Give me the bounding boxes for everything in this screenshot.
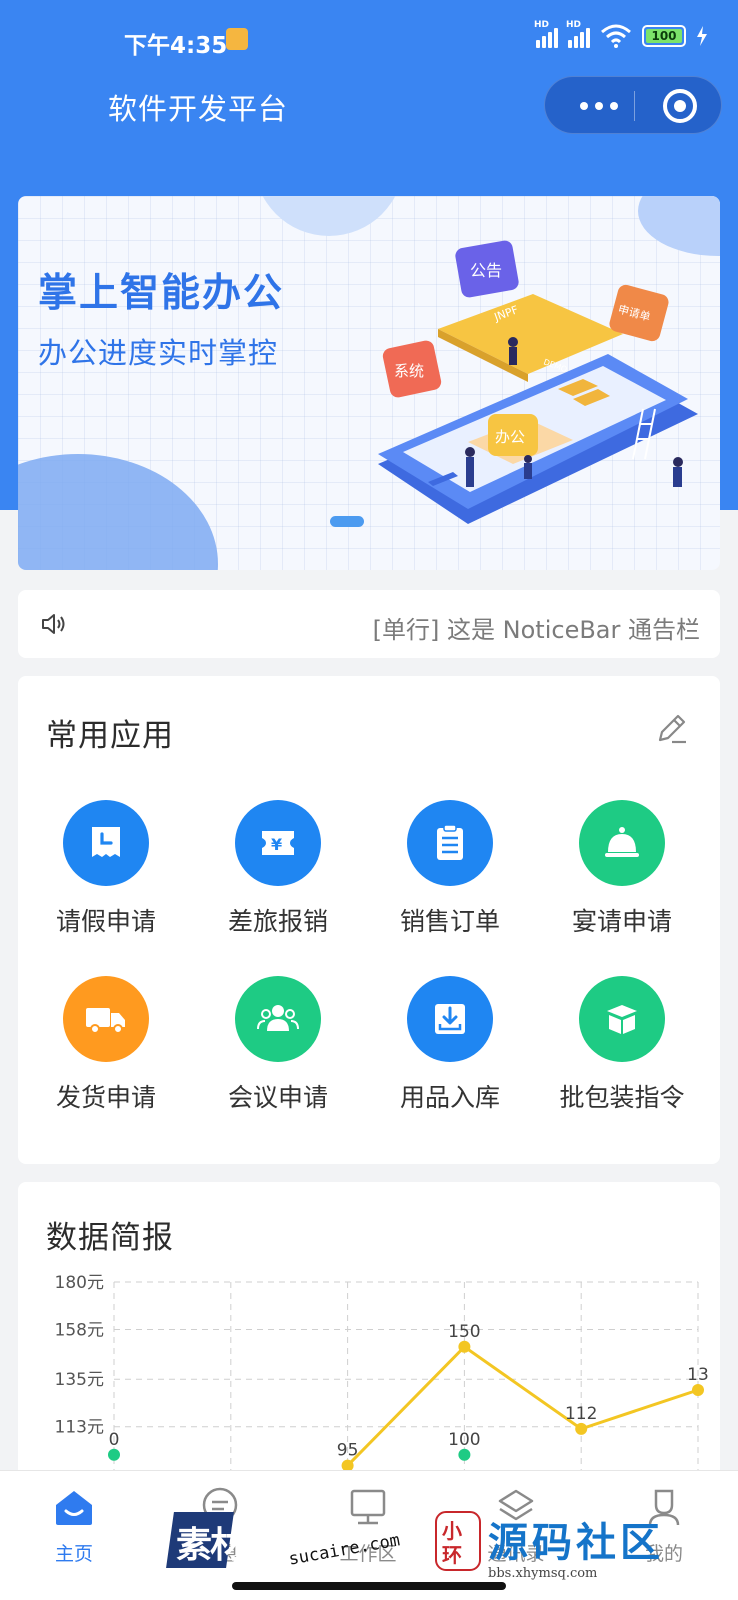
app-shipping-request[interactable]: 发货申请 — [18, 976, 194, 1136]
tag-system: 系统 — [394, 362, 424, 380]
data-label: 112 — [565, 1404, 597, 1424]
home-indicator — [232, 1582, 506, 1590]
data-label: 0 — [109, 1430, 120, 1450]
mini-program-capsule — [544, 76, 722, 134]
dining-icon — [579, 800, 665, 886]
signal-icon-2: HD — [566, 20, 590, 48]
truck-icon — [63, 976, 149, 1062]
app-label: 发货申请 — [55, 1083, 156, 1112]
tab-label: 主页 — [54, 1543, 93, 1565]
close-mini-program-button[interactable] — [663, 89, 697, 123]
notification-icon — [226, 28, 248, 50]
series-line — [346, 1344, 699, 1467]
more-menu-button[interactable] — [567, 77, 631, 135]
status-indicators: HD HD 100 — [534, 20, 708, 48]
capsule-divider — [634, 91, 635, 121]
meeting-icon — [235, 976, 321, 1062]
data-point — [692, 1384, 704, 1396]
notice-bar[interactable]: [单行] 这是 NoticeBar 通告栏 — [18, 590, 720, 658]
watermark-sucaire: 素材熱 sucaire.com — [166, 1510, 418, 1570]
app-meeting-request[interactable]: 会议申请 — [190, 976, 366, 1136]
inbox-icon — [407, 976, 493, 1062]
app-packing-instruction[interactable]: 批包装指令 — [534, 976, 710, 1136]
data-point — [575, 1422, 588, 1435]
battery-level: 100 — [646, 29, 682, 43]
leave-icon — [63, 800, 149, 886]
common-apps-title: 常用应用 — [46, 718, 174, 754]
data-label: 13 — [687, 1365, 709, 1385]
common-apps-card: 常用应用 请假申请 ¥ 差旅报销 销售订单 宴请申请 发货申请 会议申请 用品入… — [18, 676, 720, 1164]
banner-carousel[interactable]: 掌上智能办公 办公进度实时掌控 JNPF DEMO 公告 申请单 系统 办公 — [18, 196, 720, 570]
app-banquet-request[interactable]: 宴请申请 — [534, 800, 710, 960]
data-label: 150 — [448, 1322, 480, 1342]
y-tick-label: 135元 — [55, 1370, 104, 1390]
box-icon — [579, 976, 665, 1062]
app-label: 宴请申请 — [571, 907, 672, 936]
app-label: 会议申请 — [227, 1083, 328, 1112]
line-chart: 180元 158元 135元 113元 95 150 112 13 0 100 — [55, 1273, 709, 1482]
reimburse-icon: ¥ — [235, 800, 321, 886]
home-icon — [56, 1491, 92, 1525]
banner-title: 掌上智能办公 — [38, 271, 285, 316]
data-point — [458, 1448, 471, 1461]
tab-home[interactable]: 主页 — [14, 1485, 134, 1566]
app-label: 批包装指令 — [559, 1083, 685, 1112]
data-point — [458, 1340, 471, 1353]
carousel-indicator-dot[interactable] — [330, 516, 364, 527]
watermark-url-left: sucaire.com — [287, 1530, 402, 1570]
app-leave-request[interactable]: 请假申请 — [18, 800, 194, 960]
y-tick-label: 180元 — [55, 1273, 104, 1293]
app-sales-order[interactable]: 销售订单 — [362, 800, 538, 960]
watermark-brand-left: 素材熱 — [176, 1525, 280, 1566]
data-point — [108, 1448, 120, 1461]
status-time: 下午4:35 — [124, 33, 228, 59]
data-report-card: 数据简报 180元 158元 135元 113元 95 150 112 13 0 100 — [18, 1182, 720, 1482]
charging-icon — [697, 26, 707, 46]
signal-icon: HD — [534, 20, 558, 48]
banner-decoration — [18, 454, 218, 570]
banner-subtitle: 办公进度实时掌控 — [38, 336, 279, 370]
svg-text:小: 小 — [442, 1519, 462, 1543]
office-illustration: JNPF DEMO 公告 申请单 系统 办公 — [378, 240, 698, 524]
tag-office: 办公 — [495, 428, 525, 446]
clipboard-icon — [407, 800, 493, 886]
watermark-brand-right: 源码社区 — [488, 1520, 664, 1566]
data-label: 100 — [448, 1430, 480, 1450]
watermark-xhymsq: 小 环 源码社区 bbs.xhymsq.com — [432, 1510, 732, 1590]
watermark-url-right: bbs.xhymsq.com — [488, 1566, 598, 1581]
app-supplies-storage[interactable]: 用品入库 — [362, 976, 538, 1136]
speaker-icon — [42, 614, 65, 634]
data-label: 95 — [337, 1441, 359, 1461]
page-title: 软件开发平台 — [108, 92, 289, 126]
app-label: 销售订单 — [399, 907, 500, 936]
tag-notice: 公告 — [470, 261, 502, 280]
app-label: 差旅报销 — [227, 907, 328, 936]
battery-icon: 100 — [642, 25, 686, 47]
svg-text:¥: ¥ — [271, 835, 282, 854]
app-label: 用品入库 — [399, 1083, 500, 1112]
app-travel-reimburse[interactable]: ¥ 差旅报销 — [190, 800, 366, 960]
seal-logo: 小 环 — [435, 1511, 481, 1571]
status-bar: 下午4:35 HD HD 100 — [0, 0, 738, 80]
notice-text: [单行] 这是 NoticeBar 通告栏 — [372, 616, 700, 644]
y-tick-label: 158元 — [55, 1321, 104, 1341]
svg-text:环: 环 — [442, 1543, 462, 1567]
wifi-icon — [601, 24, 631, 48]
edit-icon[interactable] — [654, 710, 690, 746]
app-label: 请假申请 — [55, 907, 156, 936]
y-tick-label: 113元 — [55, 1418, 104, 1438]
